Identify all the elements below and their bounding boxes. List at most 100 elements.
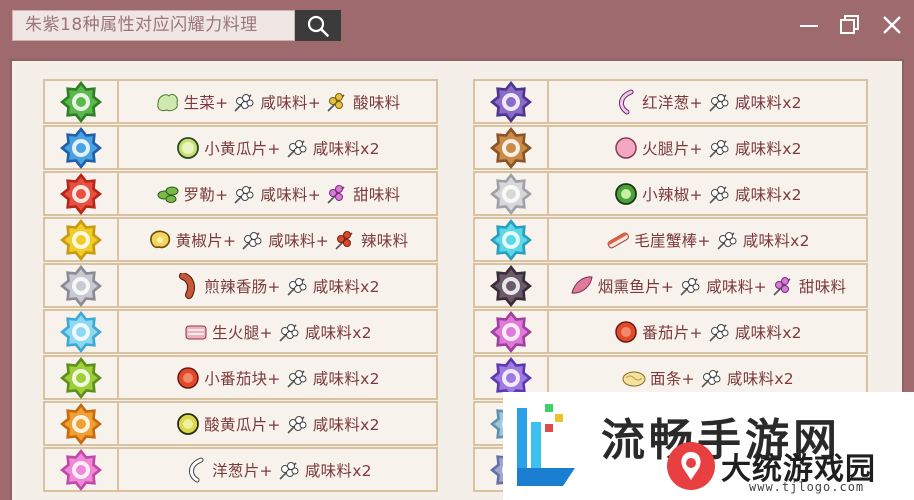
crab-stick-icon xyxy=(605,227,631,253)
smoked-fish-icon xyxy=(569,273,595,299)
recipe-part-text: 煎辣香肠+ xyxy=(204,277,281,296)
recipe-text: 罗勒+ 咸味料+ 甜味料 xyxy=(119,173,436,214)
fire-type-icon xyxy=(45,172,119,215)
recipe-text: 洋葱片+ 咸味料x2 xyxy=(119,449,436,490)
lettuce-icon xyxy=(155,89,181,115)
herb-icon xyxy=(276,457,302,483)
game-logo-icon xyxy=(667,442,715,490)
window-title: 朱紫18种属性对应闪耀力料理 xyxy=(12,10,295,41)
recipe-part-text: 咸味料+ xyxy=(260,185,322,204)
close-icon xyxy=(883,16,901,34)
recipe-part-text: 咸味料+ xyxy=(260,93,322,112)
electric-type-icon xyxy=(45,218,119,261)
basil-icon xyxy=(155,181,181,207)
tomato-icon xyxy=(175,365,201,391)
herb-icon xyxy=(706,181,732,207)
recipe-part-text: 生菜+ xyxy=(183,93,229,112)
herb-icon xyxy=(231,89,257,115)
restore-icon xyxy=(840,15,859,34)
recipe-row: 洋葱片+ 咸味料x2 xyxy=(43,447,438,492)
recipe-row: 煎辣香肠+ 咸味料x2 xyxy=(43,263,438,308)
herb-icon xyxy=(284,411,310,437)
herb-icon xyxy=(231,181,257,207)
maximize-button[interactable] xyxy=(837,12,863,38)
noodles-icon xyxy=(621,365,647,391)
recipe-row: 番茄片+ 咸味料x2 xyxy=(473,309,868,354)
recipe-text: 小黄瓜片+ 咸味料x2 xyxy=(119,127,436,168)
recipe-part-text: 生火腿+ xyxy=(212,323,273,342)
recipe-part-text: 咸味料+ xyxy=(268,231,329,250)
recipe-part-text: 火腿片+ xyxy=(642,139,703,158)
recipe-part-text: 辣味料 xyxy=(360,231,409,250)
herb-icon xyxy=(698,365,724,391)
recipe-part-text: 酸味料 xyxy=(353,93,401,112)
recipe-part-text: 洋葱片+ xyxy=(212,461,273,480)
recipe-row: 毛崖蟹棒+ 咸味料x2 xyxy=(473,217,868,262)
recipe-part-text: 小番茄块+ xyxy=(204,369,281,388)
close-button[interactable] xyxy=(879,12,905,38)
recipe-part-text: 咸味料x2 xyxy=(304,461,372,480)
search-icon xyxy=(307,15,329,37)
recipe-part-text: 咸味料x2 xyxy=(312,369,380,388)
recipe-text: 酸黄瓜片+ 咸味料x2 xyxy=(119,403,436,444)
fighting-type-icon xyxy=(45,402,119,445)
recipe-part-text: 咸味料x2 xyxy=(734,185,802,204)
normal-type-icon xyxy=(45,264,119,307)
title-bar: 朱紫18种属性对应闪耀力料理 xyxy=(0,0,914,50)
bug-type-icon xyxy=(45,356,119,399)
recipe-row: 黄椒片+ 咸味料+ 辣味料 xyxy=(43,217,438,262)
jalapeno-icon xyxy=(613,181,639,207)
site-watermark: 流畅手游网 大统游戏园 www.tjlogo.com xyxy=(503,392,914,500)
recipe-part-text: 咸味料x2 xyxy=(726,369,794,388)
herb-icon xyxy=(239,227,265,253)
fairy-type-icon xyxy=(45,448,119,491)
recipe-part-text: 甜味料 xyxy=(798,277,847,296)
herb-icon xyxy=(276,319,302,345)
minimize-icon xyxy=(800,25,818,27)
site-logo-icon xyxy=(517,404,575,486)
recipe-part-text: 咸味料x2 xyxy=(734,93,802,112)
herb-icon xyxy=(706,89,732,115)
recipe-part-text: 小黄瓜片+ xyxy=(204,139,281,158)
grass-type-icon xyxy=(45,80,119,123)
recipe-text: 黄椒片+ 咸味料+ 辣味料 xyxy=(119,219,436,260)
recipe-row: 小辣椒+ 咸味料x2 xyxy=(473,171,868,216)
recipe-row: 火腿片+ 咸味料x2 xyxy=(473,125,868,170)
ice-type-icon xyxy=(45,310,119,353)
yellow-pepper-icon xyxy=(147,227,173,253)
recipe-part-text: 红洋葱+ xyxy=(642,93,703,112)
recipe-text: 烟熏鱼片+ 咸味料+ 甜味料 xyxy=(549,265,866,306)
cucumber-icon xyxy=(175,135,201,161)
tomato-icon xyxy=(613,319,639,345)
recipe-part-text: 甜味料 xyxy=(353,185,401,204)
pink-herb-icon xyxy=(770,273,796,299)
recipe-part-text: 咸味料x2 xyxy=(734,323,802,342)
search-button[interactable] xyxy=(295,10,341,41)
recipe-part-text: 黄椒片+ xyxy=(175,231,237,250)
recipe-part-text: 咸味料x2 xyxy=(312,415,380,434)
ground-type-icon xyxy=(475,126,549,169)
yellow-herb-icon xyxy=(324,89,350,115)
flying-type-icon xyxy=(475,172,549,215)
recipe-part-text: 咸味料+ xyxy=(706,277,767,296)
herb-icon xyxy=(284,135,310,161)
red-onion-icon xyxy=(613,89,639,115)
poison-type-icon xyxy=(475,310,549,353)
recipe-part-text: 咸味料x2 xyxy=(312,139,380,158)
recipe-part-text: 小辣椒+ xyxy=(642,185,703,204)
recipe-text: 煎辣香肠+ 咸味料x2 xyxy=(119,265,436,306)
recipe-part-text: 咸味料x2 xyxy=(304,323,372,342)
herb-icon xyxy=(284,273,310,299)
pink-herb-icon xyxy=(324,181,350,207)
recipe-row: 生火腿+ 咸味料x2 xyxy=(43,309,438,354)
red-herb-icon xyxy=(332,227,358,253)
recipe-row: 酸黄瓜片+ 咸味料x2 xyxy=(43,401,438,446)
psychic-type-icon xyxy=(475,218,549,261)
recipe-part-text: 咸味料x2 xyxy=(742,231,810,250)
dark-type-icon xyxy=(475,264,549,307)
ham-slice-icon xyxy=(613,135,639,161)
recipe-text: 毛崖蟹棒+ 咸味料x2 xyxy=(549,219,866,260)
recipe-text: 小辣椒+ 咸味料x2 xyxy=(549,173,866,214)
minimize-button[interactable] xyxy=(796,12,822,38)
recipe-part-text: 烟熏鱼片+ xyxy=(597,277,675,296)
